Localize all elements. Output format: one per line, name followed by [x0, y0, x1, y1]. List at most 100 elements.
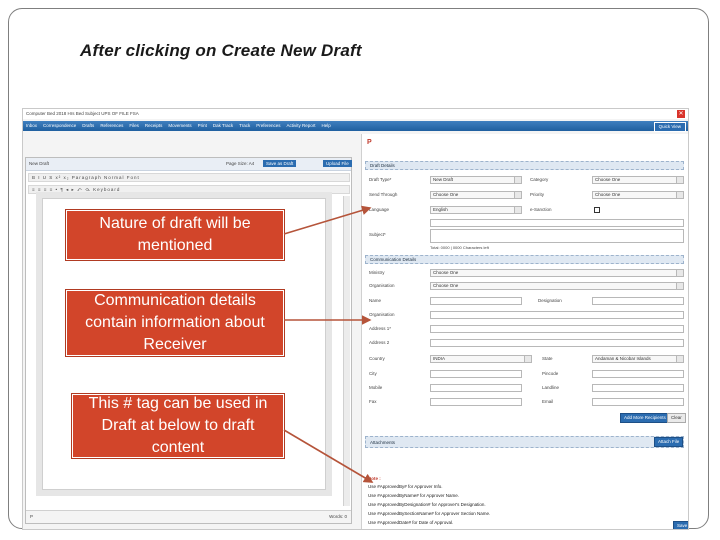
editor-path: P	[30, 514, 34, 519]
page-size-select[interactable]: Page Size: A4	[226, 161, 254, 166]
menu-item-movements[interactable]: Movements	[168, 123, 191, 128]
main-menu-bar: Inbox Correspondence Drafts References Files…	[23, 121, 688, 132]
menu-item-correspondence[interactable]: Correspondence	[43, 123, 76, 128]
editor-footer: P Words: 0	[26, 510, 351, 523]
name-input[interactable]	[430, 297, 522, 305]
callout-hash-tag: This # tag can be used in Draft at below…	[72, 394, 284, 458]
menu-items: Inbox Correspondence Drafts References Files…	[26, 123, 331, 128]
city-label: City	[369, 371, 377, 376]
designation-input[interactable]	[592, 297, 684, 305]
menu-item-dak-track[interactable]: Dak Track	[213, 123, 233, 128]
menu-item-help[interactable]: Help	[322, 123, 331, 128]
draft-type-label: Draft Type*	[369, 177, 392, 182]
menu-item-receipts[interactable]: Receipts	[145, 123, 163, 128]
menu-item-track[interactable]: Track	[239, 123, 250, 128]
ministry-select[interactable]: Choose One	[430, 269, 684, 277]
editor-toolbar-formatting[interactable]: B I U S x² x₂ Paragraph Normal Font	[28, 173, 350, 182]
subject-char-hint: Total: 0000 | 0000 Characters left	[430, 245, 489, 250]
category-label: Category	[530, 177, 549, 182]
address1-input[interactable]	[430, 325, 684, 333]
org-section-input[interactable]	[430, 311, 684, 319]
city-input[interactable]	[430, 370, 522, 378]
address2-input[interactable]	[430, 339, 684, 347]
app-header-text: Computer Bed 2018 Hrs Bed Subject UPS OF…	[26, 111, 139, 116]
fax-label: Fax	[369, 399, 377, 404]
add-recipients-button[interactable]: Add More Recipients	[620, 413, 670, 423]
organisation-label: Organisation	[369, 283, 395, 288]
editor-title: New Draft	[29, 161, 50, 166]
slide-title: After clicking on Create New Draft	[80, 41, 362, 60]
communication-details-header: Communication Details	[365, 255, 684, 264]
category-select[interactable]: Choose One	[592, 176, 684, 184]
note-line: Use #ApprovedByDesignation# for Approver…	[368, 502, 486, 507]
mobile-input[interactable]	[430, 384, 522, 392]
state-label: State	[542, 356, 553, 361]
priority-select[interactable]: Choose One	[592, 191, 684, 199]
communication-details-title: Communication Details	[370, 257, 417, 262]
name-label: Name	[369, 298, 382, 303]
menu-item-files[interactable]: Files	[129, 123, 139, 128]
note-title: Note :	[368, 476, 381, 481]
priority-label: Priority	[530, 192, 545, 197]
e-sanction-label: e-Sanction	[530, 207, 552, 212]
send-through-select[interactable]: Choose One	[430, 191, 522, 199]
language-label: Language	[369, 207, 390, 212]
upload-file-button[interactable]: Upload File	[323, 160, 352, 167]
subject-hint	[430, 219, 684, 227]
address2-label: Address 2	[369, 340, 390, 345]
designation-label: Designation	[538, 298, 562, 303]
e-sanction-checkbox[interactable]	[594, 207, 600, 213]
clear-button[interactable]: Clear	[667, 413, 686, 423]
send-through-label: Send Through	[369, 192, 398, 197]
quick-view-button[interactable]: Quick View	[653, 122, 686, 132]
save-button[interactable]: Save	[673, 521, 688, 529]
landline-input[interactable]	[592, 384, 684, 392]
attach-file-button[interactable]: Attach File	[654, 437, 684, 447]
callout-hashtag-text: This # tag can be used in Draft at below…	[88, 394, 268, 457]
callout-communication-text: Communication details contain informatio…	[85, 291, 265, 354]
draft-form-panel: P Draft Details Draft Type* New Draft Ca…	[361, 134, 688, 529]
note-line: Use #ApprovedBy# for Approver Info.	[368, 484, 443, 489]
subject-label: Subject*	[369, 232, 386, 237]
mobile-label: Mobile	[369, 385, 383, 390]
state-select[interactable]: Andaman & Nicobar Islands	[592, 355, 684, 363]
attachments-header: Attachments	[365, 436, 684, 448]
draft-details-header: Draft Details	[365, 161, 684, 170]
callout-nature-text: Nature of draft will be mentioned	[99, 214, 251, 254]
fax-input[interactable]	[430, 398, 522, 406]
menu-item-drafts[interactable]: Drafts	[82, 123, 94, 128]
editor-header: New Draft Page Size: A4 Save as Draft Up…	[26, 158, 352, 171]
note-line: Use #ApprovedDate# for Date of Approval.	[368, 520, 454, 525]
editor-scrollbar[interactable]	[343, 196, 350, 506]
country-label: Country	[369, 356, 385, 361]
country-select[interactable]: INDIA	[430, 355, 532, 363]
menu-item-print[interactable]: Print	[198, 123, 207, 128]
subject-textarea[interactable]	[430, 229, 684, 243]
close-icon[interactable]: ✕	[677, 110, 685, 118]
menu-item-references[interactable]: References	[100, 123, 123, 128]
menu-item-preferences[interactable]: Preferences	[256, 123, 280, 128]
callout-communication-details: Communication details contain informatio…	[66, 290, 284, 356]
toolbar-alignment-label: ≡ ≡ ≡ ≡ • ¶ ◂ ▸ ⤺ ⤼ Keyboard	[32, 187, 121, 192]
org-section-label: Organisation	[369, 312, 395, 317]
menu-item-inbox[interactable]: Inbox	[26, 123, 37, 128]
landline-label: Landline	[542, 385, 560, 390]
panel-marker-icon: P	[367, 139, 372, 146]
pincode-label: Pincode	[542, 371, 559, 376]
organisation-select[interactable]: Choose One	[430, 282, 684, 290]
app-header: Computer Bed 2018 Hrs Bed Subject UPS OF…	[23, 109, 688, 119]
draft-type-select[interactable]: New Draft	[430, 176, 522, 184]
address1-label: Address 1*	[369, 326, 392, 331]
email-label: Email	[542, 399, 554, 404]
ministry-label: Ministry	[369, 270, 385, 275]
email-input[interactable]	[592, 398, 684, 406]
language-select[interactable]: English	[430, 206, 522, 214]
editor-toolbar-alignment[interactable]: ≡ ≡ ≡ ≡ • ¶ ◂ ▸ ⤺ ⤼ Keyboard	[28, 185, 350, 194]
pincode-input[interactable]	[592, 370, 684, 378]
save-as-draft-button[interactable]: Save as Draft	[263, 160, 297, 167]
callout-nature-of-draft: Nature of draft will be mentioned	[66, 210, 284, 260]
menu-item-activity-report[interactable]: Activity Report	[287, 123, 316, 128]
draft-details-title: Draft Details	[370, 163, 395, 168]
note-line: Use #ApprovedByName# for Approver Name.	[368, 493, 460, 498]
toolbar-formatting-label: B I U S x² x₂ Paragraph Normal Font	[32, 175, 140, 180]
